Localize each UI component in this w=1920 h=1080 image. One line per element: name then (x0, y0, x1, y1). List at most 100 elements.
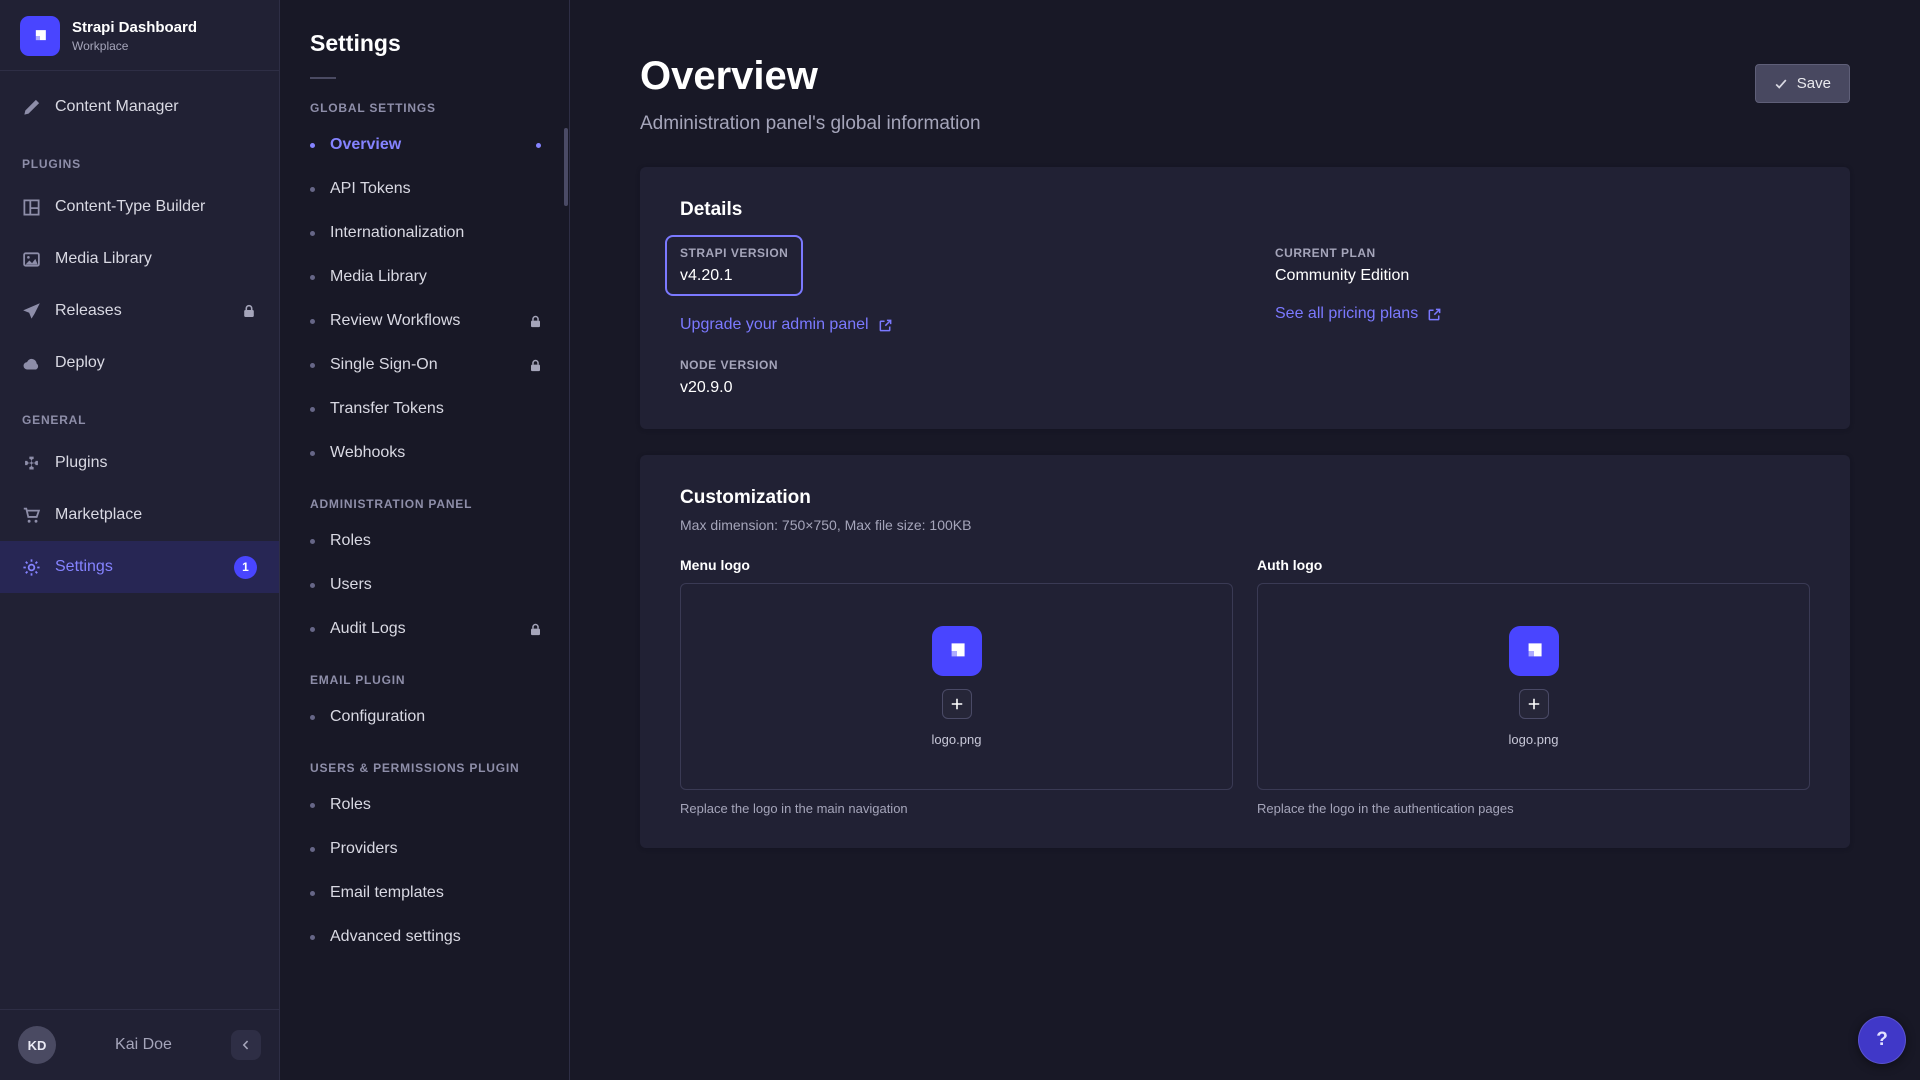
active-dot-icon (536, 143, 541, 148)
user-name: Kai Doe (68, 1036, 219, 1054)
menu-logo-field: Menu logo logo.png Replace the logo in t… (680, 557, 1233, 816)
menu-logo-filename: logo.png (932, 732, 982, 747)
subnav-item-label: Users (330, 576, 372, 594)
subnav-item-transfer-tokens[interactable]: Transfer Tokens (280, 387, 569, 431)
subnav-item-label: Providers (330, 840, 398, 858)
subnav-item-advanced-settings[interactable]: Advanced settings (280, 915, 569, 959)
collapse-sidebar-button[interactable] (231, 1030, 261, 1060)
auth-logo-label: Auth logo (1257, 557, 1810, 573)
marketplace-cart-icon (22, 506, 41, 525)
workplace-brand[interactable]: Strapi Dashboard Workplace (0, 0, 279, 70)
settings-subnav: Settings GLOBAL SETTINGS Overview API To… (280, 0, 570, 1080)
bullet-icon (310, 539, 315, 544)
bullet-icon (310, 715, 315, 720)
user-avatar[interactable]: KD (18, 1026, 56, 1064)
bullet-icon (310, 407, 315, 412)
page-header: Overview Administration panel's global i… (570, 0, 1920, 141)
bullet-icon (310, 187, 315, 192)
nav-item-label: Media Library (55, 250, 152, 268)
node-version-field: NODE VERSION v20.9.0 (680, 358, 1215, 397)
main-content: Overview Administration panel's global i… (570, 0, 1920, 1080)
lock-icon (528, 358, 543, 373)
bullet-icon (310, 319, 315, 324)
bullet-icon (310, 891, 315, 896)
bullet-icon (310, 803, 315, 808)
nav-item-label: Content Manager (55, 98, 179, 116)
menu-logo-upload-zone[interactable]: logo.png (680, 583, 1233, 790)
save-button[interactable]: Save (1755, 64, 1850, 103)
details-right-column: CURRENT PLAN Community Edition See all p… (1275, 235, 1810, 397)
save-button-label: Save (1797, 75, 1831, 92)
nav-item-deploy[interactable]: Deploy (0, 337, 279, 389)
strapi-logo-preview-icon (1509, 626, 1559, 676)
subnav-item-label: Audit Logs (330, 620, 406, 638)
details-left-column: STRAPI VERSION v4.20.1 Upgrade your admi… (680, 235, 1215, 397)
subnav-item-label: Overview (330, 136, 401, 154)
nav-item-settings[interactable]: Settings 1 (0, 541, 279, 593)
bullet-icon (310, 627, 315, 632)
subnav-item-webhooks[interactable]: Webhooks (280, 431, 569, 475)
pricing-link-label: See all pricing plans (1275, 305, 1418, 323)
subnav-item-label: Configuration (330, 708, 425, 726)
nav-item-marketplace[interactable]: Marketplace (0, 489, 279, 541)
subnav-item-media-library[interactable]: Media Library (280, 255, 569, 299)
add-auth-logo-button[interactable] (1519, 689, 1549, 719)
details-card: Details STRAPI VERSION v4.20.1 Upgrade y… (640, 167, 1850, 429)
strapi-version-highlight: STRAPI VERSION v4.20.1 (665, 235, 803, 296)
plugins-puzzle-icon (22, 454, 41, 473)
lock-icon (528, 622, 543, 637)
menu-logo-hint: Replace the logo in the main navigation (680, 801, 1233, 816)
nav-item-content-type-builder[interactable]: Content-Type Builder (0, 181, 279, 233)
subnav-item-label: Roles (330, 532, 371, 550)
auth-logo-field: Auth logo logo.png Replace the logo in t… (1257, 557, 1810, 816)
nav-item-releases[interactable]: Releases (0, 285, 279, 337)
subnav-section-global-settings: GLOBAL SETTINGS (280, 101, 569, 115)
subnav-item-admin-users[interactable]: Users (280, 563, 569, 607)
strapi-logo-preview-icon (932, 626, 982, 676)
settings-gear-icon (22, 558, 41, 577)
subnav-item-label: API Tokens (330, 180, 411, 198)
nav-item-content-manager[interactable]: Content Manager (0, 81, 279, 133)
details-grid: STRAPI VERSION v4.20.1 Upgrade your admi… (680, 235, 1810, 397)
nav-item-plugins[interactable]: Plugins (0, 437, 279, 489)
subnav-section-email-plugin: EMAIL PLUGIN (280, 673, 569, 687)
subnav-item-internationalization[interactable]: Internationalization (280, 211, 569, 255)
bullet-icon (310, 847, 315, 852)
nav-item-label: Settings (55, 558, 113, 576)
bullet-icon (310, 363, 315, 368)
strapi-version-label: STRAPI VERSION (680, 246, 788, 260)
sidebar-footer: KD Kai Doe (0, 1009, 279, 1080)
nav-items: Content Manager PLUGINS Content-Type Bui… (0, 71, 279, 1009)
subnav-item-overview[interactable]: Overview (280, 123, 569, 167)
workplace-subtitle: Workplace (72, 39, 197, 53)
subnav-scrollbar[interactable] (564, 128, 568, 206)
deploy-cloud-icon (22, 354, 41, 373)
pricing-plans-link[interactable]: See all pricing plans (1275, 305, 1442, 323)
subnav-item-providers[interactable]: Providers (280, 827, 569, 871)
nav-item-media-library[interactable]: Media Library (0, 233, 279, 285)
content-manager-icon (22, 98, 41, 117)
subnav-item-admin-roles[interactable]: Roles (280, 519, 569, 563)
subnav-item-audit-logs[interactable]: Audit Logs (280, 607, 569, 651)
menu-logo-label: Menu logo (680, 557, 1233, 573)
workplace-title: Strapi Dashboard (72, 19, 197, 36)
subnav-item-email-templates[interactable]: Email templates (280, 871, 569, 915)
subnav-item-label: Roles (330, 796, 371, 814)
subnav-item-up-roles[interactable]: Roles (280, 783, 569, 827)
upgrade-admin-panel-link[interactable]: Upgrade your admin panel (680, 316, 893, 334)
external-link-icon (1427, 307, 1442, 322)
add-menu-logo-button[interactable] (942, 689, 972, 719)
subnav-section-administration-panel: ADMINISTRATION PANEL (280, 497, 569, 511)
nav-item-label: Content-Type Builder (55, 198, 205, 216)
node-version-label: NODE VERSION (680, 358, 1215, 372)
subnav-item-email-configuration[interactable]: Configuration (280, 695, 569, 739)
subnav-item-label: Advanced settings (330, 928, 461, 946)
nav-section-general: GENERAL (0, 413, 279, 427)
auth-logo-upload-zone[interactable]: logo.png (1257, 583, 1810, 790)
help-button[interactable]: ? (1858, 1016, 1906, 1064)
subnav-item-label: Media Library (330, 268, 427, 286)
subnav-item-single-sign-on[interactable]: Single Sign-On (280, 343, 569, 387)
subnav-item-api-tokens[interactable]: API Tokens (280, 167, 569, 211)
auth-logo-filename: logo.png (1509, 732, 1559, 747)
subnav-item-review-workflows[interactable]: Review Workflows (280, 299, 569, 343)
